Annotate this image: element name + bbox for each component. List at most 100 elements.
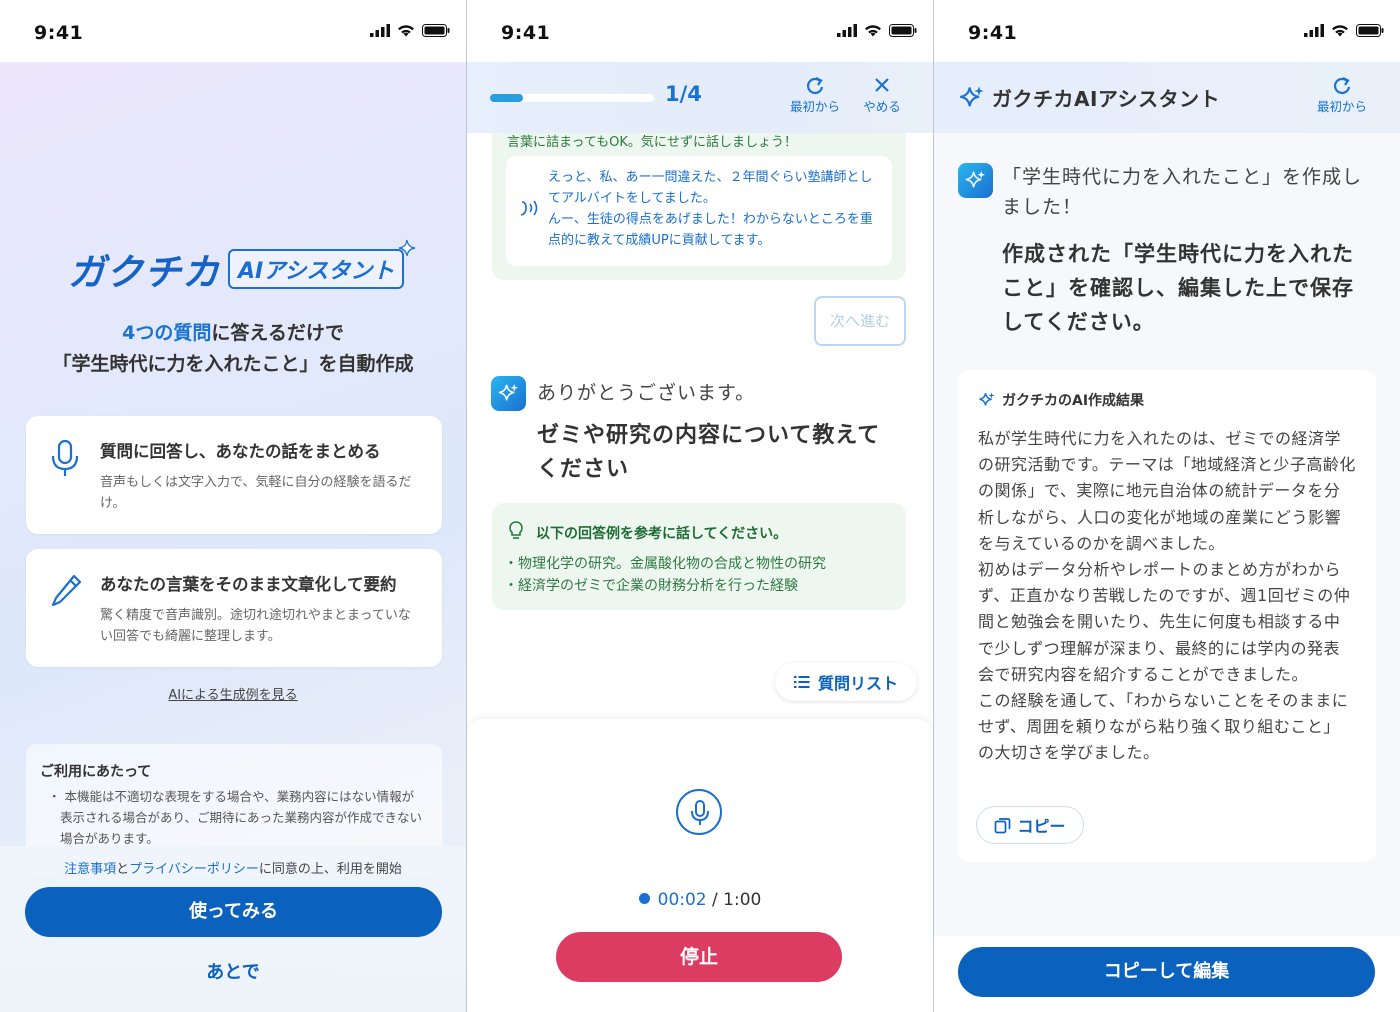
result-title: ガクチカAIアシスタント bbox=[992, 87, 1221, 111]
logo-badge: AIアシスタント bbox=[228, 239, 416, 289]
copy-button[interactable]: コピー bbox=[976, 806, 1084, 844]
lightbulb-icon bbox=[509, 521, 523, 539]
sparkle-icon bbox=[979, 392, 995, 406]
question-list-button[interactable]: 質問リスト bbox=[775, 663, 917, 701]
agree-connector: と bbox=[116, 862, 130, 877]
status-time: 9:41 bbox=[968, 22, 1018, 44]
restart-button[interactable]: 最初から bbox=[787, 76, 843, 115]
next-button[interactable]: 次へ進む bbox=[814, 296, 906, 346]
battery-icon bbox=[1356, 24, 1384, 37]
hint-box: 以下の回答例を参考に話してください。 ・物理化学の研究。金属酸化物の合成と物性の… bbox=[492, 503, 906, 610]
status-icons bbox=[1304, 24, 1384, 37]
previous-answer-box: 言葉に詰まってもOK。気にせずに話しましょう！ えっと、私、あー一問違えた、２年… bbox=[492, 133, 906, 280]
stop-button[interactable]: 停止 bbox=[556, 932, 842, 982]
answer-tip: 言葉に詰まってもOK。気にせずに話しましょう！ bbox=[507, 135, 797, 150]
timer-separator: / bbox=[706, 890, 724, 910]
ai-avatar bbox=[958, 163, 993, 198]
sparkle-icon bbox=[498, 383, 519, 401]
later-button[interactable]: あとで bbox=[0, 958, 466, 984]
wifi-icon bbox=[865, 25, 881, 37]
restart-button[interactable]: 最初から bbox=[1314, 76, 1370, 115]
status-icons bbox=[370, 24, 450, 37]
refresh-icon bbox=[807, 77, 824, 94]
list-icon bbox=[793, 676, 810, 688]
progress-fill bbox=[490, 94, 523, 102]
agree-rest: に同意の上、利用を開始 bbox=[258, 862, 402, 877]
status-bar: 9:41 bbox=[934, 0, 1400, 62]
hint-title: 以下の回答例を参考に話してください。 bbox=[536, 526, 788, 542]
status-time: 9:41 bbox=[34, 22, 84, 44]
wifi-icon bbox=[398, 25, 414, 37]
recording-panel: 00:02 / 1:00 停止 bbox=[467, 719, 933, 1012]
hint-list: ・物理化学の研究。金属酸化物の合成と物性の研究 ・経済学のゼミで企業の財務分析を… bbox=[504, 553, 826, 597]
ai-created-message: 「学生時代に力を入れたこと」を作成しました！ bbox=[1002, 166, 1363, 218]
hint-item: ・経済学のゼミで企業の財務分析を行った経験 bbox=[504, 578, 798, 594]
welcome-screen: 9:41 ガクチカ AIアシスタント 4つの質問に答えるだけで 「学生時代に力を… bbox=[0, 0, 466, 1012]
generated-text[interactable]: 私が学生時代に力を入れたのは、ゼミでの経済学の研究活動です。テーマは「地域経済と… bbox=[978, 426, 1356, 767]
quit-label: やめる bbox=[863, 99, 901, 114]
copy-label: コピー bbox=[1017, 817, 1066, 836]
feature-title: あなたの言葉をそのまま文章化して要約 bbox=[100, 575, 397, 594]
result-card-title: ガクチカのAI作成結果 bbox=[1002, 393, 1145, 409]
question-list-label: 質問リスト bbox=[817, 674, 898, 693]
ai-instruction: 作成された「学生時代に力を入れたこと」を確認し、編集した上で保存してください。 bbox=[1002, 242, 1354, 334]
result-screen: 9:41 ガクチカAIアシスタント 最初から 「学生時代に力を入れたこと」を作成… bbox=[934, 0, 1400, 1012]
signal-icon bbox=[1304, 24, 1324, 37]
restart-label: 最初から bbox=[789, 99, 840, 114]
notice-body: ・ 本機能は不適切な表現をする場合や、業務内容にはない情報が表示される場合があり… bbox=[48, 789, 423, 846]
pen-icon bbox=[51, 574, 82, 607]
lead-line-2: 「学生時代に力を入れたこと」を自動作成 bbox=[52, 353, 414, 375]
sample-link[interactable]: AIによる生成例を見る bbox=[0, 684, 466, 703]
result-card: ガクチカのAI作成結果 私が学生時代に力を入れたのは、ゼミでの経済学の研究活動で… bbox=[958, 370, 1376, 862]
timer-current: 00:02 bbox=[657, 890, 707, 910]
recording-dot bbox=[638, 893, 650, 904]
wifi-icon bbox=[1332, 25, 1348, 37]
restart-label: 最初から bbox=[1316, 99, 1367, 114]
notes-link[interactable]: 注意事項 bbox=[64, 862, 116, 877]
sparkle-icon bbox=[965, 170, 986, 188]
ai-thanks-message: ありがとうございます。 bbox=[537, 382, 756, 404]
status-bar: 9:41 bbox=[0, 0, 466, 62]
result-header: ガクチカAIアシスタント 最初から bbox=[934, 62, 1400, 133]
ai-avatar bbox=[491, 376, 526, 411]
chat-area[interactable]: 言葉に詰まってもOK。気にせずに話しましょう！ えっと、私、あー一問違えた、２年… bbox=[467, 133, 933, 719]
step-indicator: 1/4 bbox=[665, 82, 702, 106]
microphone-button[interactable] bbox=[676, 789, 722, 835]
hint-item: ・物理化学の研究。金属酸化物の合成と物性の研究 bbox=[504, 556, 826, 572]
battery-icon bbox=[889, 24, 917, 37]
close-icon bbox=[875, 78, 889, 92]
status-bar: 9:41 bbox=[467, 0, 933, 62]
transcript-bubble: えっと、私、あー一問違えた、２年間ぐらい塾講師としてアルバイトをしてました。 ん… bbox=[506, 156, 892, 266]
copy-icon bbox=[995, 817, 1011, 833]
microphone-icon bbox=[691, 800, 709, 825]
lead-line-1: 4つの質問に答えるだけで bbox=[0, 318, 466, 345]
result-card-header: ガクチカのAI作成結果 bbox=[978, 390, 1144, 410]
battery-icon bbox=[422, 24, 450, 37]
lead-highlight: 4つの質問 bbox=[122, 322, 212, 344]
try-button[interactable]: 使ってみる bbox=[25, 887, 442, 937]
microphone-icon bbox=[51, 439, 79, 476]
interview-header: 1/4 最初から やめる bbox=[467, 62, 933, 133]
lead-rest: に答えるだけで bbox=[211, 322, 344, 344]
timer-total: 1:00 bbox=[723, 890, 762, 910]
ai-question: ゼミや研究の内容について教えてください bbox=[537, 423, 881, 482]
app-logo: ガクチカ AIアシスタント bbox=[68, 239, 416, 296]
interview-screen: 9:41 1/4 最初から やめる 言葉に詰まってもOK。気にせずに話しましょう… bbox=[467, 0, 933, 1012]
transcript-text: えっと、私、あー一問違えた、２年間ぐらい塾講師としてアルバイトをしてました。 ん… bbox=[548, 170, 873, 248]
signal-icon bbox=[370, 24, 390, 37]
progress-bar bbox=[490, 94, 654, 102]
feature-desc: 驚く精度で音声識別。途切れ途切れやまとまっていない回答でも綺麗に整理します。 bbox=[100, 608, 411, 644]
copy-and-edit-button[interactable]: コピーして編集 bbox=[958, 947, 1375, 997]
feature-card-summary: あなたの言葉をそのまま文章化して要約 驚く精度で音声識別。途切れ途切れやまとまっ… bbox=[26, 549, 442, 667]
status-icons bbox=[837, 24, 917, 37]
feature-title: 質問に回答し、あなたの話をまとめる bbox=[100, 442, 381, 461]
sparkle-icon bbox=[960, 86, 984, 107]
feature-desc: 音声もしくは文字入力で、気軽に自分の経験を語るだけ。 bbox=[100, 475, 412, 511]
logo-main-text: ガクチカ bbox=[68, 251, 220, 294]
agreement-text: 注意事項とプライバシーポリシーに同意の上、利用を開始 bbox=[0, 858, 466, 877]
result-footer: コピーして編集 bbox=[934, 936, 1400, 1012]
quit-button[interactable]: やめる bbox=[862, 76, 902, 115]
privacy-policy-link[interactable]: プライバシーポリシー bbox=[129, 862, 259, 877]
voice-wave-icon bbox=[520, 200, 538, 216]
sparkle-icon bbox=[399, 239, 416, 257]
